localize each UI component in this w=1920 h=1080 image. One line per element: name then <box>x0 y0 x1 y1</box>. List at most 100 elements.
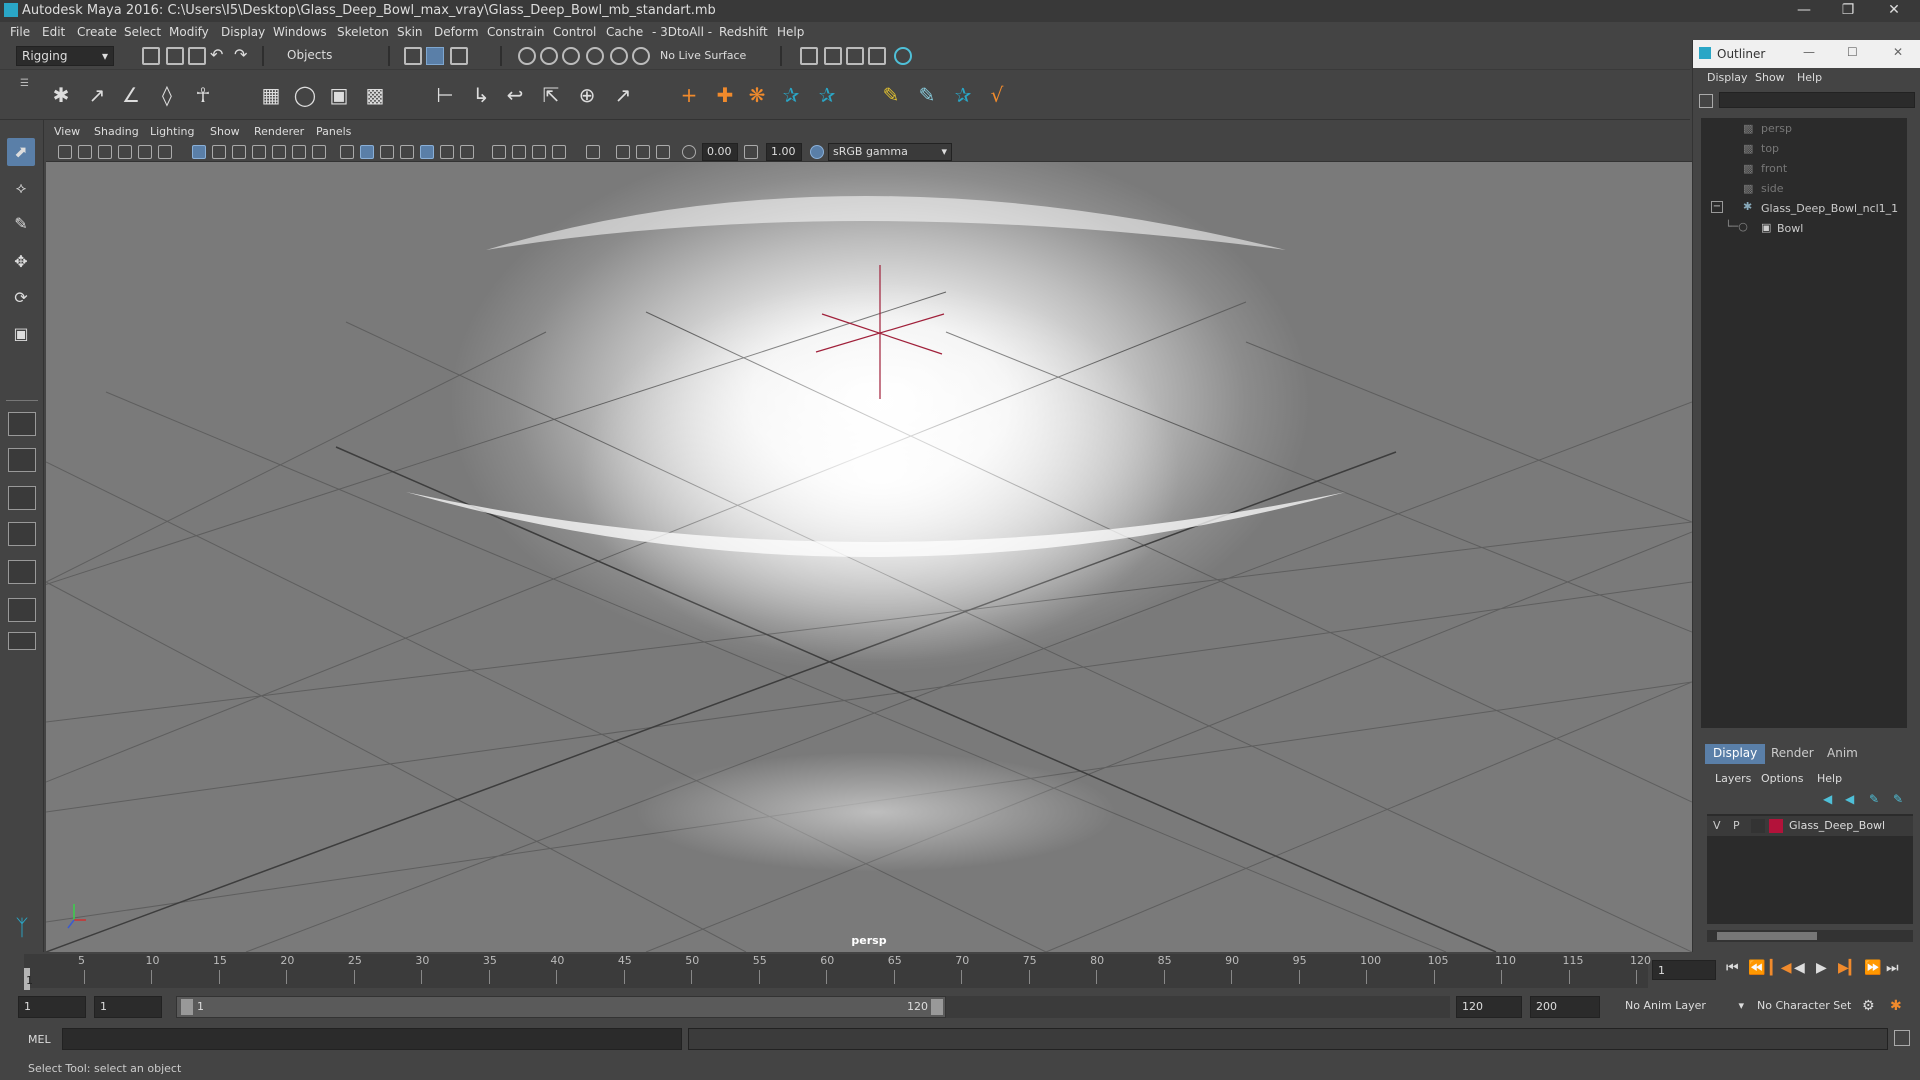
parent-constraint-icon[interactable]: ✰ <box>778 82 804 108</box>
mirror-weights-icon[interactable]: ⊕ <box>574 82 600 108</box>
motion-blur-icon[interactable] <box>512 145 526 159</box>
xray-icon[interactable] <box>616 145 630 159</box>
wrap-icon[interactable]: ▣ <box>326 82 352 108</box>
wireframe-on-shaded-icon[interactable] <box>400 145 414 159</box>
layer-row[interactable]: V P Glass_Deep_Bowl <box>1707 816 1913 836</box>
layer-color-swatch[interactable] <box>1769 819 1783 833</box>
redo-icon[interactable]: ↷ <box>234 45 252 64</box>
snap-live-icon[interactable] <box>632 47 650 65</box>
smooth-bind-icon[interactable]: ↳ <box>468 82 494 108</box>
animation-start-field[interactable]: 1 <box>18 996 86 1018</box>
restore-button[interactable]: ❐ <box>1826 0 1870 22</box>
snap-grid-icon[interactable] <box>518 47 536 65</box>
joint-tool-icon[interactable]: ✱ <box>48 82 74 108</box>
move-tool-icon[interactable]: ✥ <box>7 248 35 276</box>
select-hierarchy-icon[interactable] <box>404 47 422 65</box>
menu-skin[interactable]: Skin <box>397 25 423 39</box>
exposure-icon[interactable] <box>682 145 696 159</box>
tab-render[interactable]: Render <box>1763 744 1822 764</box>
layer-type-toggle[interactable] <box>1751 819 1765 833</box>
outliner-filter-icon[interactable] <box>1699 94 1713 108</box>
2d-pan-zoom-icon[interactable] <box>138 145 152 159</box>
image-plane-icon[interactable] <box>118 145 132 159</box>
outliner-menu-show[interactable]: Show <box>1755 71 1785 84</box>
grid-toggle-icon[interactable] <box>192 145 206 159</box>
playback-start-field[interactable]: 1 <box>94 996 162 1018</box>
custom-layout-icon[interactable] <box>8 632 36 650</box>
insert-joint-icon[interactable]: ↗ <box>84 82 110 108</box>
bind-skin-icon[interactable]: ⊢ <box>432 82 458 108</box>
vp-menu-lighting[interactable]: Lighting <box>150 125 194 138</box>
live-surface-label[interactable]: No Live Surface <box>660 49 746 62</box>
shadows-icon[interactable] <box>460 145 474 159</box>
outliner-item-side[interactable]: ▩ side <box>1701 180 1907 198</box>
tab-anim[interactable]: Anim <box>1819 744 1866 764</box>
bookmark-icon[interactable] <box>98 145 112 159</box>
smooth-shade-icon[interactable] <box>360 145 374 159</box>
camera-select-icon[interactable] <box>58 145 72 159</box>
undo-icon[interactable]: ↶ <box>210 45 228 64</box>
xray-joints-icon[interactable] <box>656 145 670 159</box>
selection-mode-dropdown[interactable]: Objects <box>282 46 378 66</box>
outliner-persp-layout-icon[interactable] <box>8 522 36 546</box>
layers-menu-help[interactable]: Help <box>1817 772 1842 785</box>
vp-menu-renderer[interactable]: Renderer <box>254 125 304 138</box>
detach-skin-icon[interactable]: ⇱ <box>538 82 564 108</box>
snap-curve-icon[interactable] <box>540 47 558 65</box>
render-frame-icon[interactable] <box>824 47 842 65</box>
outliner-item-top[interactable]: ▩ top <box>1701 140 1907 158</box>
menu-create[interactable]: Create <box>77 25 117 39</box>
snap-point-icon[interactable] <box>562 47 580 65</box>
outliner-menu-display[interactable]: Display <box>1707 71 1748 84</box>
outliner-item-group[interactable]: − ✱ Glass_Deep_Bowl_ncl1_1 <box>1701 200 1907 218</box>
gate-mask-icon[interactable] <box>252 145 266 159</box>
script-editor-icon[interactable] <box>1894 1030 1910 1046</box>
soft-mod-icon[interactable]: ▩ <box>362 82 388 108</box>
lasso-tool-icon[interactable]: ⟡ <box>7 174 35 202</box>
select-object-icon[interactable] <box>426 47 444 65</box>
scale-constraint-icon[interactable]: ✰ <box>814 82 840 108</box>
menu-cache[interactable]: Cache <box>606 25 643 39</box>
current-frame-field[interactable]: 1 <box>1652 960 1716 980</box>
outliner-search-input[interactable] <box>1719 92 1915 108</box>
quick-rig-icon[interactable]: √ <box>984 82 1010 108</box>
scrollbar-thumb[interactable] <box>1717 932 1817 940</box>
menu-deform[interactable]: Deform <box>434 25 479 39</box>
aim-constraint-icon[interactable]: ✚ <box>712 82 738 108</box>
screen-space-ao-icon[interactable] <box>492 145 506 159</box>
character-set-dropdown[interactable]: No Character Set <box>1752 996 1868 1018</box>
textured-icon[interactable] <box>420 145 434 159</box>
single-pane-layout-icon[interactable] <box>8 412 36 436</box>
camera-attributes-icon[interactable] <box>78 145 92 159</box>
close-button[interactable]: ✕ <box>1893 45 1903 59</box>
range-end-handle[interactable] <box>931 999 943 1015</box>
anti-aliasing-icon[interactable] <box>532 145 546 159</box>
perspective-viewport[interactable]: persp <box>46 162 1692 952</box>
paint-weights-icon[interactable]: ↩ <box>502 82 528 108</box>
menu-edit[interactable]: Edit <box>42 25 65 39</box>
command-input[interactable] <box>62 1028 682 1050</box>
exposure-field[interactable]: 0.00 <box>702 143 738 161</box>
humanik-icon[interactable]: ☥ <box>190 82 216 108</box>
safe-action-icon[interactable] <box>292 145 306 159</box>
range-slider[interactable]: 1 120 <box>176 996 946 1018</box>
film-gate-icon[interactable] <box>212 145 226 159</box>
menu-redshift[interactable]: Redshift <box>719 25 768 39</box>
point-constraint-icon[interactable]: + <box>676 82 702 108</box>
menu-display[interactable]: Display <box>221 25 265 39</box>
layer-name[interactable]: Glass_Deep_Bowl <box>1789 819 1885 832</box>
four-pane-layout-icon[interactable] <box>8 448 36 472</box>
rotate-tool-icon[interactable]: ⟳ <box>7 284 35 312</box>
pole-vector-icon[interactable]: ✎ <box>878 82 904 108</box>
menu-constrain[interactable]: Constrain <box>487 25 545 39</box>
ik-handle-icon[interactable]: ∠ <box>118 82 144 108</box>
default-material-icon[interactable] <box>380 145 394 159</box>
cluster-icon[interactable]: ◯ <box>292 82 318 108</box>
layer-scrollbar[interactable] <box>1707 930 1913 942</box>
vp-menu-panels[interactable]: Panels <box>316 125 351 138</box>
snap-surface-icon[interactable] <box>610 47 628 65</box>
isolate-select-icon[interactable] <box>586 145 600 159</box>
go-to-start-icon[interactable]: ⏮ <box>1726 960 1739 976</box>
animation-end-field[interactable]: 200 <box>1530 996 1600 1018</box>
new-layer-icon[interactable]: ✎ <box>1869 792 1879 806</box>
